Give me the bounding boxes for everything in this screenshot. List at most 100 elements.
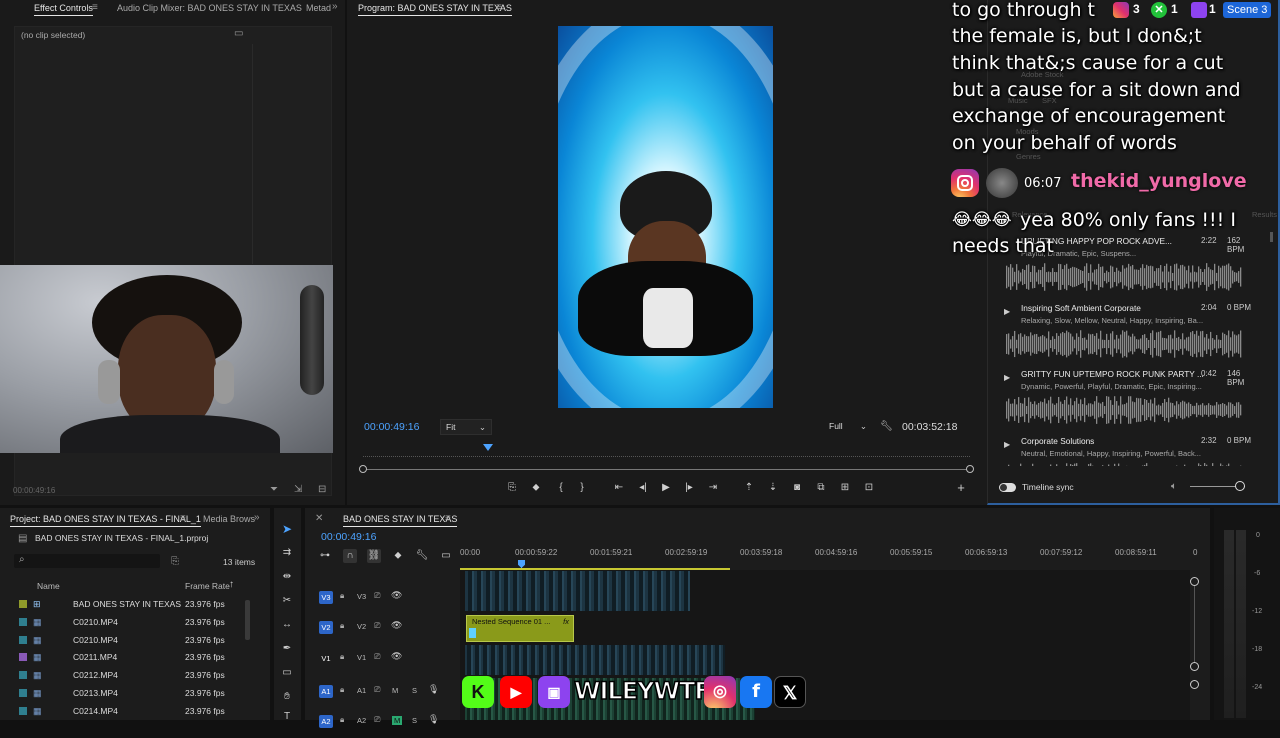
export-frame-icon[interactable]: ◙ xyxy=(790,481,804,495)
project-scrollbar[interactable] xyxy=(245,600,250,640)
solo-button[interactable]: S xyxy=(412,686,417,695)
zoom-bar-handle-right[interactable] xyxy=(966,465,974,473)
more-tabs-icon[interactable]: » xyxy=(254,512,260,523)
lock-icon[interactable]: 🔒︎ xyxy=(340,715,344,725)
export-icon[interactable]: ⇲ xyxy=(294,484,302,495)
step-back-icon[interactable]: ◂| xyxy=(636,481,650,495)
more-tabs-icon[interactable]: » xyxy=(332,1,338,12)
tab-media-browser[interactable]: Media Brows xyxy=(203,511,255,527)
ripple-edit-tool-icon[interactable]: ⇹ xyxy=(280,570,294,584)
sort-asc-icon[interactable]: ↑ xyxy=(229,579,234,590)
tab-effect-controls[interactable]: Effect Controls xyxy=(34,0,93,16)
track-target-toggle[interactable]: A1 xyxy=(319,685,333,698)
sync-lock-icon[interactable]: ⎚ xyxy=(374,652,380,662)
vr-icon[interactable]: ⊡ xyxy=(862,481,876,495)
sync-lock-icon[interactable]: ⎚ xyxy=(374,685,380,695)
panel-menu-icon[interactable]: ≡ xyxy=(496,2,502,13)
lock-icon[interactable]: 🔒︎ xyxy=(340,685,344,695)
nested-sequence-clip[interactable]: Nested Sequence 01 ... fx xyxy=(466,615,574,642)
rectangle-tool-icon[interactable]: ▭ xyxy=(280,666,294,680)
play-icon[interactable]: ▶ xyxy=(1004,307,1010,316)
lift-icon[interactable]: ⇡ xyxy=(742,481,756,495)
snap-icon[interactable]: ∩ xyxy=(343,549,357,563)
track-target-toggle[interactable]: V3 xyxy=(319,591,333,604)
project-item[interactable]: ▦C0210.MP423.976 fps xyxy=(0,613,250,631)
eye-icon[interactable]: 👁︎ xyxy=(391,620,402,631)
scrollbar[interactable] xyxy=(1270,232,1273,242)
zoom-select[interactable]: Fit ⌄ xyxy=(440,419,492,435)
panel-menu-icon[interactable]: ≡ xyxy=(180,513,186,524)
new-bin-icon[interactable]: ⎘ xyxy=(171,556,179,567)
timeline-scroll-handle[interactable] xyxy=(1190,680,1199,689)
close-icon[interactable]: ✕ xyxy=(315,513,323,524)
project-item[interactable]: ▦C0214.MP423.976 fps xyxy=(0,702,250,720)
slip-tool-icon[interactable]: ↔ xyxy=(280,618,294,632)
tab-metadata[interactable]: Metad xyxy=(306,0,331,16)
add-button-icon[interactable]: + xyxy=(954,481,968,495)
linked-selection-icon[interactable]: ⛓ xyxy=(367,549,381,563)
track-target-toggle[interactable]: V1 xyxy=(319,652,333,665)
track-select-tool-icon[interactable]: ⇉ xyxy=(280,546,294,560)
sync-lock-icon[interactable]: ⎚ xyxy=(374,715,380,725)
captions-icon[interactable]: ▭ xyxy=(439,549,453,563)
mark-out-icon[interactable]: } xyxy=(575,481,589,495)
panel-toggle-icon[interactable]: ▭ xyxy=(234,28,243,39)
add-marker-icon[interactable]: ⬥ xyxy=(391,549,405,563)
hand-tool-icon[interactable]: ✋︎ xyxy=(280,690,294,704)
sync-lock-icon[interactable]: ⎚ xyxy=(374,591,380,601)
zoom-bar-handle-left[interactable] xyxy=(359,465,367,473)
mute-button[interactable]: M xyxy=(392,686,398,695)
overlay-icon[interactable]: ⧉ xyxy=(814,481,828,495)
quality-select[interactable]: Full ⌄ xyxy=(824,419,870,435)
lock-icon[interactable]: 🔒︎ xyxy=(340,591,344,601)
play-icon[interactable]: ▶ xyxy=(1004,373,1010,382)
project-item[interactable]: ▦C0213.MP423.976 fps xyxy=(0,684,250,702)
video-clips-v1[interactable] xyxy=(465,645,725,675)
lock-icon[interactable]: 🔒︎ xyxy=(340,621,344,631)
eye-icon[interactable]: 👁︎ xyxy=(391,651,402,662)
video-clips-v3[interactable] xyxy=(465,571,690,611)
pen-tool-icon[interactable]: ✒ xyxy=(280,642,294,656)
panel-menu-icon[interactable]: ≡ xyxy=(445,513,451,524)
eye-icon[interactable]: 👁︎ xyxy=(391,590,402,601)
panel-menu-icon[interactable]: ≡ xyxy=(92,2,98,13)
program-title[interactable]: Program: BAD ONES STAY IN TEXAS xyxy=(358,0,512,16)
go-to-in-icon[interactable]: ⇤ xyxy=(612,481,626,495)
play-icon[interactable]: ▶ xyxy=(659,481,673,495)
program-zoom-bar[interactable] xyxy=(363,469,970,470)
timeline-sync-toggle[interactable] xyxy=(999,483,1016,492)
tab-project[interactable]: Project: BAD ONES STAY IN TEXAS - FINAL_… xyxy=(10,511,201,527)
track-target-toggle[interactable]: A2 xyxy=(319,715,333,728)
mark-in-icon[interactable]: { xyxy=(554,481,568,495)
time-ruler[interactable]: 00:0000:00:59:2200:01:59:2100:02:59:1900… xyxy=(460,546,1200,562)
wrench-icon[interactable]: 🔧︎ xyxy=(415,549,429,563)
program-playhead[interactable] xyxy=(483,444,493,451)
nest-toggle-icon[interactable]: ⊶ xyxy=(318,549,332,563)
volume-knob[interactable] xyxy=(1235,481,1245,491)
column-header-fps[interactable]: Frame Rate xyxy=(185,581,230,591)
sound-item[interactable]: ▶ Inspiring Soft Ambient Corporate Relax… xyxy=(1002,303,1256,365)
column-header-name[interactable]: Name xyxy=(37,581,60,591)
filter-icon[interactable]: ⏷ xyxy=(270,484,278,495)
comparison-view-icon[interactable]: ⎘ xyxy=(505,481,519,495)
project-item[interactable]: ⊞BAD ONES STAY IN TEXAS23.976 fps xyxy=(0,595,250,613)
lock-icon[interactable]: 🔒︎ xyxy=(340,652,344,662)
wrench-icon[interactable]: 🔧︎ xyxy=(880,421,893,432)
program-ruler[interactable] xyxy=(363,445,970,457)
project-item[interactable]: ▦C0211.MP423.976 fps xyxy=(0,648,250,666)
project-item[interactable]: ▦C0212.MP423.976 fps xyxy=(0,666,250,684)
safe-margins-icon[interactable]: ⊞ xyxy=(838,481,852,495)
timeline-current-timecode[interactable]: 00:00:49:16 xyxy=(321,531,376,543)
microphone-icon[interactable]: 🎙︎ xyxy=(428,684,439,695)
solo-button[interactable]: S xyxy=(412,716,417,725)
selection-tool-icon[interactable]: ➤ xyxy=(280,522,294,536)
sound-item[interactable]: ▶ Corporate Solutions Neutral, Emotional… xyxy=(1002,436,1256,466)
mute-button[interactable]: M xyxy=(392,716,402,725)
tab-audio-clip-mixer[interactable]: Audio Clip Mixer: BAD ONES STAY IN TEXAS xyxy=(117,0,302,16)
extract-icon[interactable]: ⇣ xyxy=(766,481,780,495)
step-forward-icon[interactable]: |▸ xyxy=(682,481,696,495)
program-current-timecode[interactable]: 00:00:49:16 xyxy=(364,421,419,433)
settings-icon[interactable]: ⊟ xyxy=(318,484,326,495)
go-to-out-icon[interactable]: ⇥ xyxy=(706,481,720,495)
type-tool-icon[interactable]: T xyxy=(280,710,294,724)
